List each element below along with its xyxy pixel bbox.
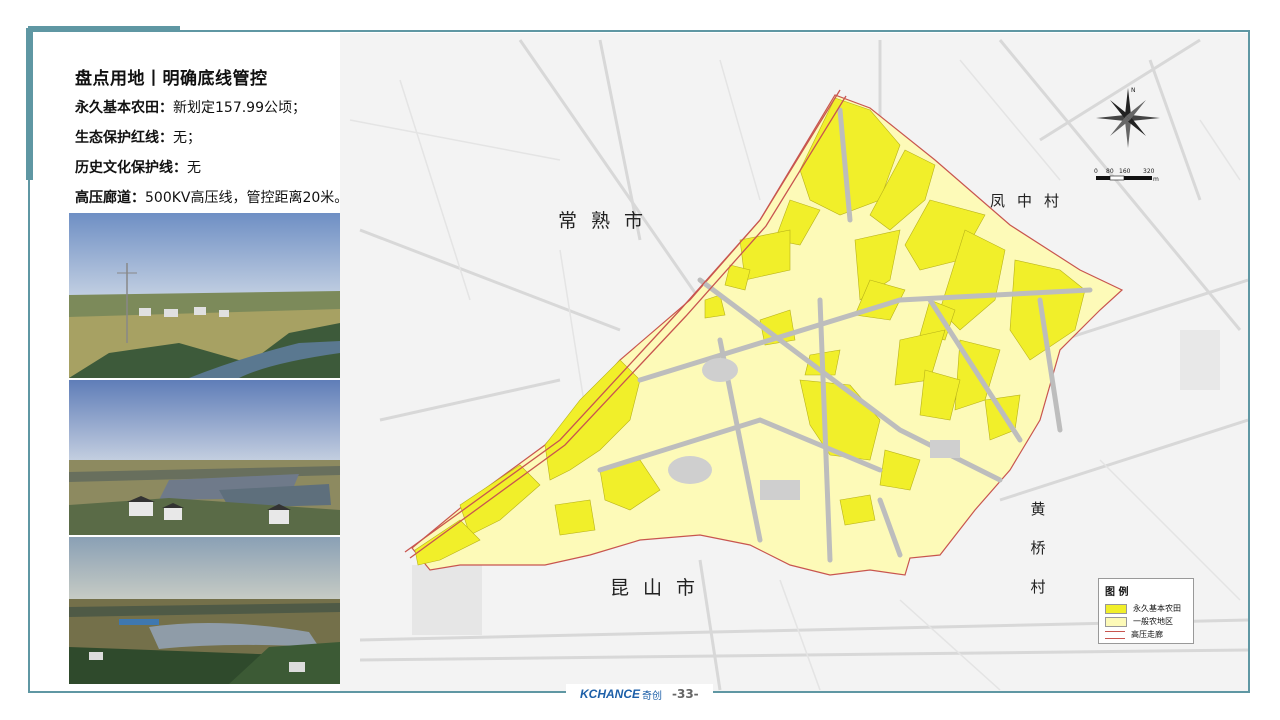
map-legend: 图 例 永久基本农田 一般农地区 高压走廊	[1098, 578, 1194, 644]
text-panel: 盘点用地丨明确底线管控 永久基本农田：新划定157.99公顷； 生态保护红线：无…	[75, 64, 348, 217]
aerial-photo-3	[69, 537, 340, 684]
scale-label: 0	[1094, 168, 1098, 175]
page-number: -33-	[672, 687, 699, 701]
legend-item-permanent-farmland: 永久基本农田	[1105, 602, 1187, 615]
brand-logo: KCHANCE	[580, 687, 640, 701]
scale-label: 160	[1119, 168, 1131, 175]
aerial-photo-1	[69, 213, 340, 378]
place-label-fengzhong: 凤中村	[990, 192, 1072, 210]
legend-swatch	[1105, 603, 1127, 614]
place-label-changshu: 常熟市	[558, 210, 658, 232]
page-title: 盘点用地丨明确底线管控	[75, 69, 268, 89]
scale-bar	[1096, 175, 1152, 181]
legend-swatch	[1105, 630, 1125, 639]
footer: KCHANCE 奇创 -33-	[566, 684, 713, 704]
info-line-farmland: 永久基本农田：新划定157.99公顷；	[75, 100, 306, 116]
brand-logo-cn: 奇创	[642, 690, 662, 702]
basemap-block	[412, 565, 482, 635]
info-line-hv-corridor: 高压廊道：500KV高压线，管控距离20米。	[75, 190, 349, 206]
legend-swatch	[1105, 616, 1127, 627]
legend-item-general-farmland: 一般农地区	[1105, 615, 1187, 628]
info-line-heritage: 历史文化保护线：无	[75, 160, 201, 176]
place-label-huangqiao: 黄 桥 村	[1030, 500, 1046, 596]
legend-item-hv-corridor: 高压走廊	[1105, 628, 1187, 641]
aerial-photo-2	[69, 380, 340, 535]
north-label: N	[1131, 87, 1136, 94]
scale-label: 320	[1143, 168, 1155, 175]
place-label-kunshan: 昆山市	[610, 577, 710, 599]
frame-accent-top	[28, 26, 180, 32]
frame-accent-left	[26, 28, 33, 180]
info-line-eco-redline: 生态保护红线：无；	[75, 130, 201, 146]
scale-label: 80	[1106, 168, 1114, 175]
scale-unit: m	[1153, 176, 1159, 183]
legend-title: 图 例	[1105, 587, 1129, 598]
